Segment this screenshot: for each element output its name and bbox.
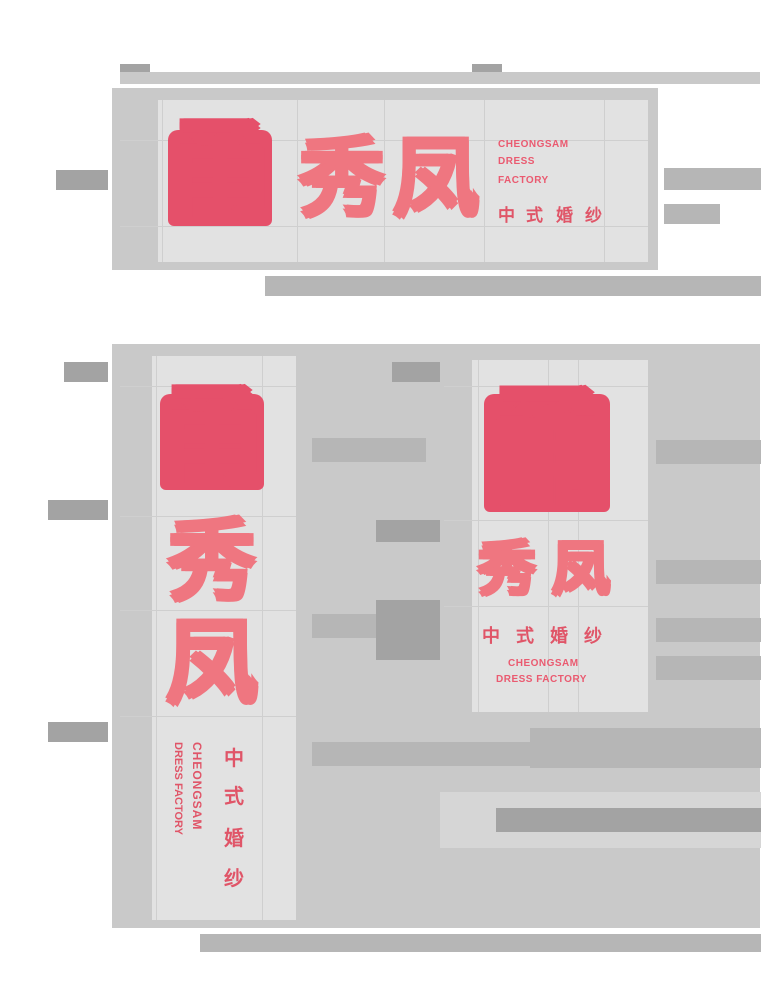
english-line-2: DRESS: [498, 156, 535, 167]
height-label-bar: [48, 500, 108, 520]
chinese-tagline-char: 婚: [224, 826, 244, 850]
height-label-bar: [376, 600, 440, 660]
logo-char-feng: 凤: [393, 129, 479, 229]
guide-line: [444, 606, 648, 607]
guide-line: [604, 100, 605, 262]
logo-char-yong: 甬: [482, 373, 611, 522]
note-label-bar: [496, 808, 761, 832]
logo-char-feng: 凤: [551, 535, 610, 603]
logo-char-xiu: 秀: [299, 129, 385, 229]
chinese-tagline-char: 婚: [550, 626, 568, 647]
chinese-tagline-char: 纱: [584, 626, 602, 647]
logo-char-yong: 甬: [157, 375, 266, 500]
chinese-tagline-char: 式: [224, 784, 244, 808]
logo-char-yong: 甬: [165, 109, 274, 234]
annotation-bar: [312, 438, 426, 462]
top-guide-line: [120, 72, 760, 84]
chinese-tagline-char: 中: [224, 746, 244, 770]
chinese-tagline-char: 中: [482, 626, 500, 647]
width-label-bar: [530, 728, 761, 768]
annotation-bar: [656, 656, 761, 680]
annotation-bar: [664, 168, 761, 190]
english-line-3: FACTORY: [498, 175, 549, 186]
annotation-bar: [656, 440, 761, 464]
stacked-english-line-1: CHEONGSAM: [508, 658, 579, 669]
height-label-bar: [48, 722, 108, 742]
annotation-bar: [656, 618, 761, 642]
chinese-tagline-char: 中: [498, 206, 515, 226]
vertical-english-line-2: DRESS FACTORY: [172, 742, 184, 835]
chinese-tagline-char: 纱: [224, 866, 244, 890]
english-line-1: CHEONGSAM: [498, 139, 569, 150]
chinese-tagline-char: 纱: [585, 206, 602, 226]
bottom-caption-bar: [200, 934, 761, 952]
width-label-bar: [265, 276, 761, 296]
chinese-tagline-char: 式: [516, 626, 534, 647]
chinese-tagline-char: 婚: [556, 206, 573, 226]
annotation-bar: [664, 204, 720, 224]
chinese-tagline-char: 式: [526, 206, 543, 226]
logo-char-feng: 凤: [165, 610, 258, 717]
height-label-bar: [392, 362, 440, 382]
height-label-bar: [376, 520, 440, 542]
stacked-english-line-2: DRESS FACTORY: [496, 674, 587, 685]
vertical-english-line-1: CHEONGSAM: [190, 742, 204, 831]
logo-char-xiu: 秀: [477, 535, 536, 603]
logo-char-xiu: 秀: [167, 510, 256, 613]
annotation-bar: [656, 560, 761, 584]
height-label-bar: [56, 170, 108, 190]
height-label-bar: [64, 362, 108, 382]
